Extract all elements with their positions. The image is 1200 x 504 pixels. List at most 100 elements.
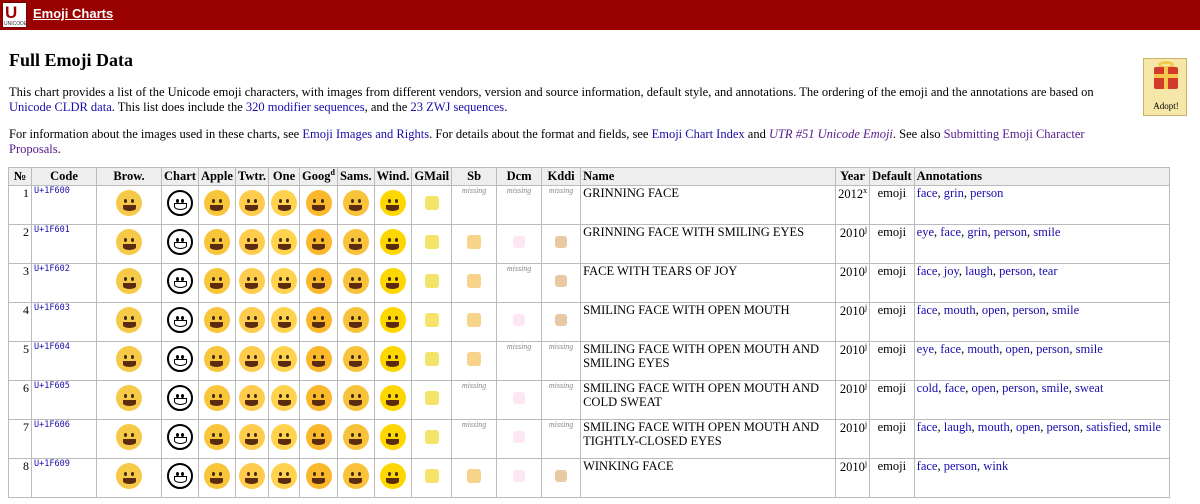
one-image-cell xyxy=(268,419,301,459)
emoji-eye xyxy=(286,198,290,203)
dcm-emoji-icon xyxy=(513,236,526,248)
adopt-character-badge[interactable]: Adopt! xyxy=(1143,58,1187,116)
modifier-sequences-link[interactable]: 320 modifier sequences xyxy=(246,100,365,114)
codepoint-link[interactable]: U+1F605 xyxy=(34,381,70,391)
codepoint-link[interactable]: U+1F609 xyxy=(34,459,70,469)
annotation-link[interactable]: open xyxy=(1016,420,1040,434)
emoji-eye xyxy=(278,432,282,437)
emoji-images-rights-link[interactable]: Emoji Images and Rights xyxy=(302,127,429,141)
annotation-link[interactable]: mouth xyxy=(944,303,976,317)
annotation-link[interactable]: open xyxy=(982,303,1006,317)
col-header-chart[interactable]: Chart xyxy=(161,167,199,186)
emoji-mouth xyxy=(245,478,259,484)
codepoint-link[interactable]: U+1F602 xyxy=(34,264,70,274)
brow-image-cell xyxy=(96,380,162,420)
annotation-link[interactable]: person xyxy=(944,459,977,473)
annotation-link[interactable]: eye xyxy=(917,342,934,356)
sb-image-cell xyxy=(451,302,498,342)
annotation-link[interactable]: mouth xyxy=(967,342,999,356)
emoji-eye xyxy=(219,354,223,359)
year-source-sup: x xyxy=(863,186,868,195)
emoji-eye xyxy=(211,471,215,476)
code-cell: U+1F604 xyxy=(31,341,97,381)
default-style: emoji xyxy=(869,419,915,459)
col-header-browser[interactable]: Brow. xyxy=(96,167,162,186)
annotation-link[interactable]: open xyxy=(972,381,996,395)
codepoint-link[interactable]: U+1F601 xyxy=(34,225,70,235)
annotation-link[interactable]: person xyxy=(1036,342,1069,356)
annotation-link[interactable]: eye xyxy=(917,225,934,239)
annotation-link[interactable]: grin xyxy=(944,186,964,200)
annotation-link[interactable]: smile xyxy=(1134,420,1161,434)
annotation-link[interactable]: person xyxy=(994,225,1027,239)
utr51-link[interactable]: UTR #51 Unicode Emoji xyxy=(769,127,893,141)
zwj-sequences-link[interactable]: 23 ZWJ sequences xyxy=(410,100,504,114)
col-header-gmail[interactable]: GMail xyxy=(411,167,453,186)
emoji-mouth xyxy=(386,322,400,328)
col-header-docomo[interactable]: Dcm xyxy=(496,167,543,186)
annotation-link[interactable]: wink xyxy=(983,459,1008,473)
annotation-link[interactable]: person xyxy=(999,264,1032,278)
col-header-year[interactable]: Year xyxy=(835,167,871,186)
emoji-eye xyxy=(219,198,223,203)
one-emoji-icon xyxy=(271,424,298,450)
annotation-link[interactable]: smile xyxy=(1052,303,1079,317)
codepoint-link[interactable]: U+1F600 xyxy=(34,186,70,196)
codepoint-link[interactable]: U+1F604 xyxy=(34,342,70,352)
codepoint-link[interactable]: U+1F606 xyxy=(34,420,70,430)
annotation-link[interactable]: face xyxy=(944,381,965,395)
annotation-link[interactable]: smile xyxy=(1033,225,1060,239)
emoji-eye xyxy=(320,354,324,359)
unicode-cldr-link[interactable]: Unicode CLDR data xyxy=(9,100,112,114)
col-header-google[interactable]: Googd xyxy=(299,167,338,186)
col-header-windows[interactable]: Wind. xyxy=(373,167,413,186)
annotation-link[interactable]: joy xyxy=(944,264,959,278)
annotation-link[interactable]: laugh xyxy=(965,264,993,278)
codepoint-link[interactable]: U+1F603 xyxy=(34,303,70,313)
annotation-link[interactable]: face xyxy=(917,303,938,317)
annotation-link[interactable]: grin xyxy=(967,225,987,239)
goog-image-cell xyxy=(299,458,338,498)
col-header-apple[interactable]: Apple xyxy=(197,167,236,186)
annotation-link[interactable]: satisfied xyxy=(1086,420,1128,434)
annotation-link[interactable]: face xyxy=(917,420,938,434)
col-header-annotations[interactable]: Annotations xyxy=(913,167,1170,186)
annotation-link[interactable]: face xyxy=(917,186,938,200)
annotation-link[interactable]: person xyxy=(1047,420,1080,434)
annotation-link[interactable]: face xyxy=(917,264,938,278)
annotation-link[interactable]: smile xyxy=(1076,342,1103,356)
annotation-link[interactable]: sweat xyxy=(1075,381,1103,395)
col-header-softbank[interactable]: Sb xyxy=(451,167,498,186)
unicode-logo[interactable]: U UNICODE xyxy=(2,2,27,28)
brow-image-cell xyxy=(96,419,162,459)
annotation-link[interactable]: face xyxy=(940,342,961,356)
emoji-eye xyxy=(246,354,250,359)
col-header-emojione[interactable]: One xyxy=(268,167,301,186)
annotation-link[interactable]: smile xyxy=(1042,381,1069,395)
twtr-image-cell xyxy=(234,458,270,498)
annotation-link[interactable]: face xyxy=(917,459,938,473)
annotation-link[interactable]: person xyxy=(970,186,1003,200)
kddi-missing: missing xyxy=(541,185,582,225)
annotation-link[interactable]: cold xyxy=(917,381,939,395)
annotation-link[interactable]: person xyxy=(1012,303,1045,317)
annotation-link[interactable]: face xyxy=(940,225,961,239)
annotation-link[interactable]: tear xyxy=(1039,264,1058,278)
col-header-code[interactable]: Code xyxy=(31,167,97,186)
col-header-default[interactable]: Default xyxy=(869,167,915,186)
col-header-twitter[interactable]: Twtr. xyxy=(234,167,270,186)
emoji-mouth xyxy=(386,205,400,211)
col-header-name[interactable]: Name xyxy=(580,167,837,186)
twtr-image-cell xyxy=(234,224,270,264)
col-header-number[interactable]: № xyxy=(8,167,32,186)
col-header-samsung[interactable]: Sams. xyxy=(336,167,375,186)
annotation-link[interactable]: mouth xyxy=(978,420,1010,434)
emoji-eye xyxy=(286,393,290,398)
brow-emoji-icon xyxy=(116,463,142,489)
emoji-charts-link[interactable]: Emoji Charts xyxy=(33,6,113,21)
col-header-kddi[interactable]: Kddi xyxy=(541,167,582,186)
annotation-link[interactable]: open xyxy=(1006,342,1030,356)
annotation-link[interactable]: laugh xyxy=(944,420,972,434)
emoji-chart-index-link[interactable]: Emoji Chart Index xyxy=(652,127,745,141)
annotation-link[interactable]: person xyxy=(1002,381,1035,395)
